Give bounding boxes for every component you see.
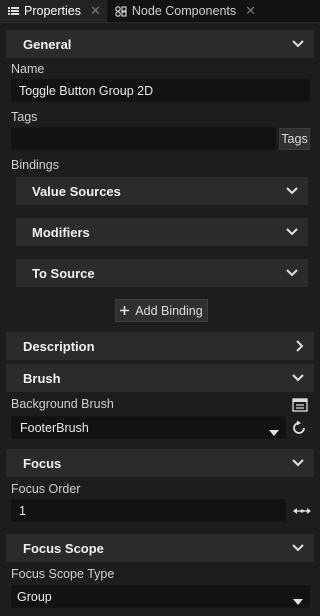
focus-order-label: Focus Order [11, 482, 81, 496]
section-general-label: General [23, 36, 72, 52]
chevron-down-icon [286, 187, 298, 195]
chevron-down-icon [292, 40, 304, 48]
tags-input[interactable] [11, 127, 276, 150]
section-to-source[interactable]: To Source [16, 259, 308, 287]
section-focus-scope-label: Focus Scope [23, 540, 104, 556]
chevron-down-icon [286, 228, 298, 236]
add-binding-label: Add Binding [135, 303, 203, 318]
brush-editor-icon[interactable] [291, 396, 309, 414]
drag-value-icon[interactable] [292, 502, 312, 520]
dropdown-arrow-icon [269, 425, 279, 439]
dropdown-arrow-icon [293, 594, 303, 608]
focus-scope-type-value: Group [17, 589, 52, 604]
tab-properties[interactable]: Properties ✕ [0, 0, 107, 22]
section-focus-label: Focus [23, 455, 62, 471]
name-label: Name [11, 62, 45, 76]
node-components-icon [115, 5, 127, 17]
close-icon[interactable]: ✕ [245, 3, 256, 19]
background-brush-value: FooterBrush [20, 420, 89, 435]
section-modifiers[interactable]: Modifiers [16, 218, 308, 246]
tab-properties-label: Properties [24, 4, 81, 18]
section-focus-scope[interactable]: Focus Scope [6, 534, 314, 562]
list-icon [8, 6, 19, 16]
chevron-right-icon [296, 340, 304, 352]
section-modifiers-label: Modifiers [32, 224, 90, 240]
chevron-down-icon [292, 544, 304, 552]
chevron-down-icon [292, 459, 304, 467]
background-brush-label: Background Brush [11, 397, 114, 411]
section-focus[interactable]: Focus [6, 449, 314, 477]
add-binding-button[interactable]: Add Binding [115, 299, 208, 322]
tab-bar: Properties ✕ Node Components ✕ [0, 0, 320, 23]
background-brush-dropdown[interactable]: FooterBrush [11, 416, 286, 439]
focus-order-field[interactable]: 1 [11, 499, 286, 522]
reset-icon[interactable] [289, 419, 309, 437]
close-icon[interactable]: ✕ [90, 3, 101, 19]
section-value-sources-label: Value Sources [32, 183, 121, 199]
section-general[interactable]: General [6, 30, 314, 58]
tab-node-components-label: Node Components [131, 4, 237, 18]
name-field[interactable]: Toggle Button Group 2D [11, 79, 310, 102]
tags-button[interactable]: Tags [279, 128, 310, 150]
section-description-label: Description [23, 338, 95, 354]
section-to-source-label: To Source [32, 265, 95, 281]
bindings-label: Bindings [11, 158, 59, 172]
section-brush-label: Brush [23, 370, 61, 386]
focus-scope-type-dropdown[interactable]: Group [11, 585, 310, 608]
tab-node-components[interactable]: Node Components ✕ [107, 0, 262, 22]
tags-label: Tags [11, 110, 38, 124]
properties-panel: General Name Toggle Button Group 2D Tags… [0, 23, 320, 616]
focus-scope-type-label: Focus Scope Type [11, 567, 115, 581]
section-value-sources[interactable]: Value Sources [16, 177, 308, 205]
section-brush[interactable]: Brush [6, 364, 314, 392]
plus-icon [120, 304, 130, 318]
section-description[interactable]: Description [6, 332, 314, 360]
chevron-down-icon [286, 269, 298, 277]
chevron-down-icon [292, 374, 304, 382]
